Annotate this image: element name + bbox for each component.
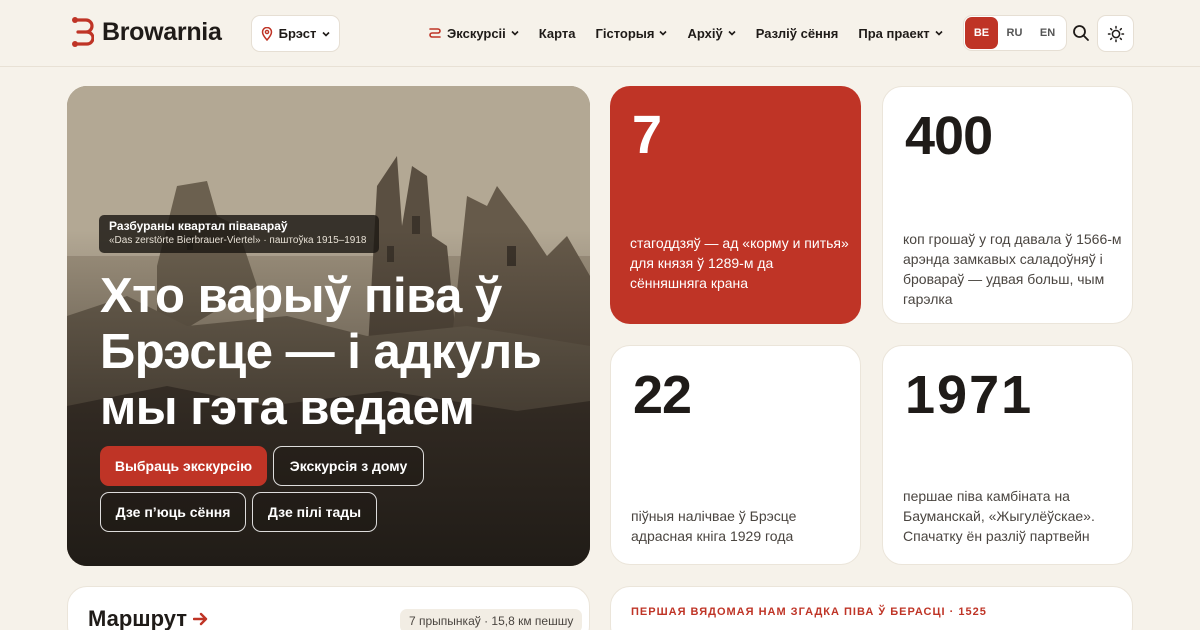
logo-mark-icon [72, 17, 94, 47]
nav-label: Пра праект [858, 25, 930, 41]
nav-item-pour-today[interactable]: Разліў сёння [756, 22, 839, 44]
stat-card: 400 коп грошаў у год давала ў 1566-м арэ… [882, 86, 1133, 324]
nav-label: Разліў сёння [755, 25, 839, 41]
caption-subtitle: «Das zerstörte Bierbrauer-Viertel» · паш… [109, 235, 367, 246]
route-meta-badge: 7 прыпынкаў · 15,8 км пешшу [400, 609, 583, 630]
arrow-right-icon [193, 612, 208, 626]
main-nav: Экскурсіі Карта Гісторыя Архіў Разліў сё… [428, 22, 943, 44]
choose-excursion-button[interactable]: Выбраць экскурсію [100, 446, 267, 486]
stat-number: 1971 [905, 365, 1034, 425]
nav-label: Карта [538, 25, 576, 41]
logo[interactable]: Browarnia [70, 16, 222, 48]
route-title-label: Маршрут [88, 606, 188, 630]
nav-item-history[interactable]: Гісторыя [595, 22, 668, 44]
site-header: Browarnia Брэст Экскурсіі Карта Гісторыя… [0, 0, 1200, 67]
language-switcher: BE RU EN [963, 15, 1067, 51]
stat-card: 22 піўныя налічвае ў Брэсце адрасная кні… [610, 345, 861, 565]
city-label: Брэст [278, 26, 317, 41]
lang-en-button[interactable]: EN [1031, 17, 1064, 49]
nav-label: Гісторыя [595, 25, 655, 41]
chevron-down-icon [659, 30, 668, 36]
nav-item-archive[interactable]: Архіў [687, 22, 736, 44]
stat-description: першае піва камбіната на Бауманскай, «Жы… [903, 488, 1095, 544]
home-excursion-button[interactable]: Экскурсія з дому [273, 446, 424, 486]
chevron-down-icon [322, 31, 330, 37]
caption-title: Разбураны квартал піваварaў [109, 219, 288, 233]
where-drank-then-button[interactable]: Дзе пілі тады [252, 492, 377, 532]
search-icon[interactable] [1071, 23, 1091, 43]
chevron-down-icon [728, 30, 736, 36]
stat-description: коп грошаў у год давала ў 1566-м арэнда … [903, 231, 1122, 307]
stat-number: 400 [905, 106, 993, 166]
nav-item-about[interactable]: Пра праект [858, 22, 943, 44]
first-mention-card: ПЕРШАЯ ВЯДОМАЯ НАМ ЗГАДКА ПІВА Ў БЕРАСЦІ… [610, 586, 1133, 630]
sun-icon [1107, 25, 1124, 42]
stat-number: 7 [632, 105, 662, 165]
lang-be-button[interactable]: BE [965, 17, 998, 49]
stat-description: стагоддзяў — ад «корму и питья» для княз… [630, 235, 849, 291]
hero-title: Хто варыў піва ў Брэсце — і адкуль мы гэ… [100, 269, 542, 435]
nav-item-excursions[interactable]: Экскурсіі [428, 22, 519, 44]
lang-ru-button[interactable]: RU [998, 17, 1031, 49]
stat-card: 1971 першае піва камбіната на Бауманскай… [882, 345, 1133, 565]
route-card[interactable]: Маршрут 7 прыпынкаў · 15,8 км пешшу [67, 586, 590, 630]
where-drink-today-button[interactable]: Дзе п’юць сёння [100, 492, 246, 532]
photo-caption: Разбураны квартал піваварaў «Das zerstör… [99, 215, 379, 253]
stat-card: 7 стагоддзяў — ад «корму и питья» для кн… [610, 86, 861, 324]
theme-toggle-button[interactable] [1097, 15, 1134, 52]
location-pin-icon [261, 26, 272, 41]
stat-number: 22 [633, 365, 692, 425]
route-title[interactable]: Маршрут [88, 606, 209, 630]
chevron-down-icon [935, 30, 943, 36]
nav-item-map[interactable]: Карта [539, 22, 576, 44]
city-selector[interactable]: Брэст [251, 15, 340, 52]
route-icon [429, 28, 441, 38]
nav-label: Архіў [687, 25, 723, 41]
logo-text: Browarnia [102, 17, 222, 46]
stat-description: піўныя налічвае ў Брэсце адрасная кніга … [631, 508, 797, 544]
chevron-down-icon [511, 30, 519, 36]
first-mention-label: ПЕРШАЯ ВЯДОМАЯ НАМ ЗГАДКА ПІВА Ў БЕРАСЦІ… [631, 606, 987, 618]
nav-label: Экскурсіі [447, 25, 506, 41]
